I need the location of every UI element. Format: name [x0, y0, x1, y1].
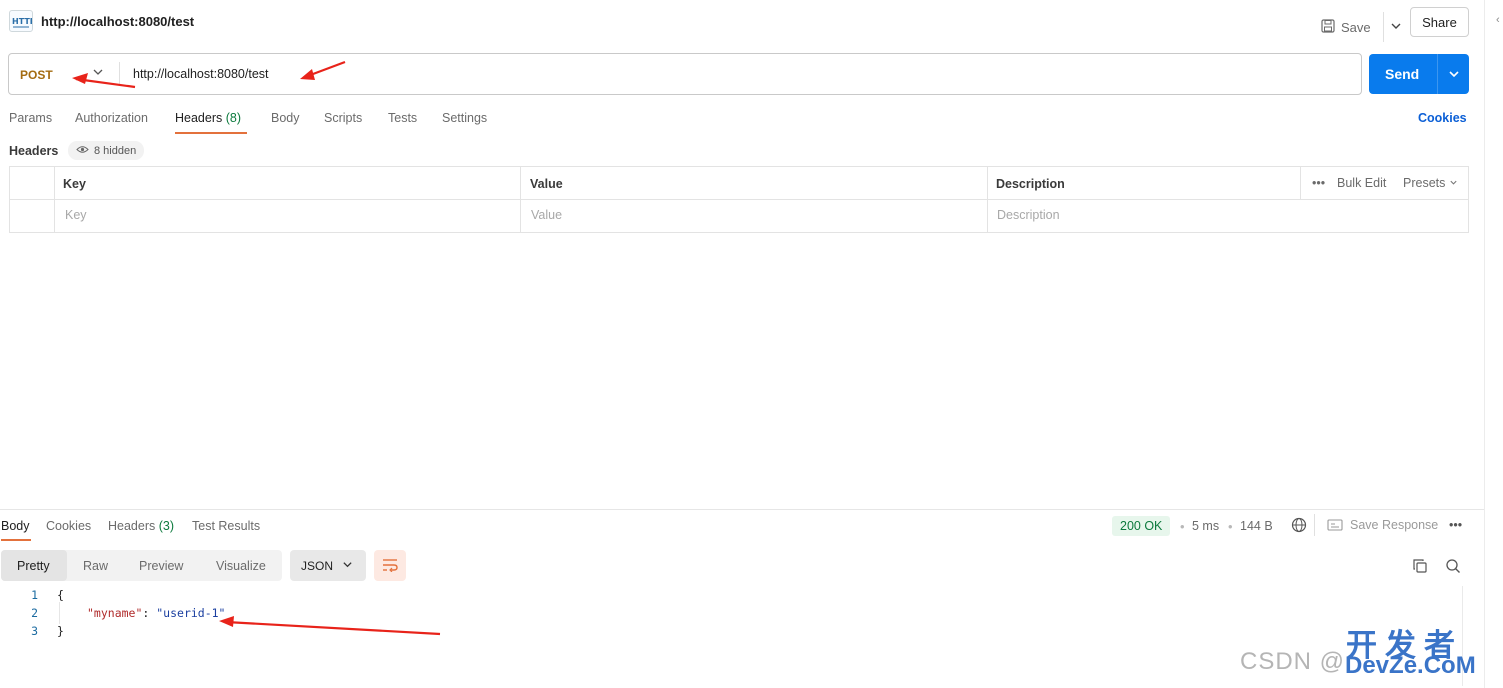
share-button[interactable]: Share [1410, 7, 1469, 37]
line-number: 3 [31, 624, 38, 638]
right-panel-border [1484, 0, 1485, 688]
eye-icon [76, 145, 89, 157]
format-visualize[interactable]: Visualize [216, 559, 266, 573]
tab-authorization[interactable]: Authorization [75, 111, 148, 125]
column-divider [54, 167, 55, 232]
collapse-panel-icon[interactable]: ‹ [1496, 14, 1500, 26]
response-divider[interactable] [0, 509, 1484, 510]
watermark-csdn: CSDN @ [1240, 648, 1346, 675]
json-key: "myname" [87, 606, 143, 620]
globe-icon[interactable] [1291, 517, 1307, 536]
tab-headers-label: Headers [175, 111, 223, 125]
line-number: 1 [31, 588, 38, 602]
response-active-tab-indicator [1, 539, 31, 541]
tab-settings[interactable]: Settings [442, 111, 487, 125]
response-tab-headers-count: (3) [158, 519, 175, 533]
http-request-icon: HTTP [9, 10, 36, 32]
headers-table: Key Value Description ••• Bulk Edit Pres… [9, 166, 1469, 233]
separator-dot: • [1228, 519, 1233, 534]
active-tab-indicator [175, 132, 247, 134]
format-preview[interactable]: Preview [139, 559, 183, 573]
table-header-row [10, 167, 1468, 200]
save-response-icon[interactable] [1327, 518, 1343, 535]
format-pretty[interactable]: Pretty [17, 559, 50, 573]
code-close-brace: } [57, 624, 64, 638]
toolbar-divider [1314, 514, 1315, 536]
send-split-divider [1437, 54, 1438, 94]
hidden-headers-count: 8 hidden [94, 144, 137, 157]
more-options-icon[interactable]: ••• [1312, 176, 1325, 190]
column-divider [1300, 167, 1301, 200]
request-title: http://localhost:8080/test [41, 14, 195, 29]
tab-body[interactable]: Body [271, 111, 300, 125]
hidden-headers-toggle[interactable]: 8 hidden [68, 141, 145, 160]
headers-section-label: Headers [9, 144, 59, 158]
code-open-brace: { [57, 588, 64, 602]
tab-headers[interactable]: Headers (8) [175, 111, 241, 125]
status-badge[interactable]: 200 OK [1112, 516, 1171, 536]
column-divider [520, 167, 521, 232]
save-button[interactable]: Save [1341, 20, 1371, 35]
language-label: JSON [301, 559, 334, 573]
send-button[interactable]: Send [1369, 54, 1469, 94]
format-selector: Pretty Raw Preview Visualize [1, 550, 282, 581]
annotation-arrows [72, 60, 346, 89]
response-tab-headers[interactable]: Headers (3) [108, 519, 174, 533]
bulk-edit-button[interactable]: Bulk Edit [1337, 176, 1386, 190]
tab-params[interactable]: Params [9, 111, 52, 125]
search-icon[interactable] [1445, 558, 1461, 577]
column-header-description: Description [996, 177, 1065, 191]
wrap-lines-button[interactable] [374, 550, 406, 581]
response-tab-cookies[interactable]: Cookies [46, 519, 91, 533]
key-input[interactable]: Key [65, 208, 87, 222]
response-tab-body[interactable]: Body [1, 519, 30, 533]
tab-scripts[interactable]: Scripts [324, 111, 362, 125]
column-divider [987, 167, 988, 232]
cookies-link[interactable]: Cookies [1418, 111, 1467, 125]
save-response-button[interactable]: Save Response [1350, 518, 1438, 532]
format-raw[interactable]: Raw [83, 559, 108, 573]
table-row [10, 200, 1468, 233]
copy-icon[interactable] [1412, 558, 1428, 577]
response-size[interactable]: 144 B [1240, 519, 1273, 533]
response-time[interactable]: 5 ms [1192, 519, 1219, 533]
column-header-value: Value [530, 177, 563, 191]
language-chevron-down-icon [342, 559, 353, 573]
presets-label: Presets [1403, 176, 1446, 190]
value-input[interactable]: Value [531, 208, 562, 222]
annotation-arrow [219, 616, 441, 636]
column-header-key: Key [63, 177, 86, 191]
save-icon[interactable] [1321, 18, 1335, 36]
response-more-icon[interactable]: ••• [1449, 518, 1462, 532]
save-divider [1382, 12, 1384, 42]
send-options-chevron-icon[interactable] [1447, 67, 1461, 84]
json-colon: : [142, 606, 157, 620]
presets-dropdown[interactable]: Presets [1403, 176, 1458, 190]
response-tab-test-results[interactable]: Test Results [192, 519, 260, 533]
indent-guide [59, 602, 60, 624]
wrap-lines-icon [382, 558, 398, 575]
method-selector[interactable]: POST [20, 68, 53, 82]
separator-dot: • [1180, 519, 1185, 534]
save-group: Save [1321, 12, 1402, 42]
line-number: 2 [31, 606, 38, 620]
svg-text:HTTP: HTTP [12, 17, 32, 26]
code-line-2: "myname": "userid-1" [87, 606, 226, 620]
language-dropdown[interactable]: JSON [290, 550, 366, 581]
save-options-chevron-icon[interactable] [1390, 20, 1402, 35]
tab-headers-count: (8) [225, 111, 242, 125]
description-input[interactable]: Description [997, 208, 1060, 222]
tab-tests[interactable]: Tests [388, 111, 417, 125]
send-label[interactable]: Send [1385, 66, 1419, 82]
presets-chevron-down-icon [1450, 180, 1457, 185]
watermark-devze-site: DevZe.CoM [1345, 652, 1476, 679]
response-tab-headers-label: Headers [108, 519, 156, 533]
